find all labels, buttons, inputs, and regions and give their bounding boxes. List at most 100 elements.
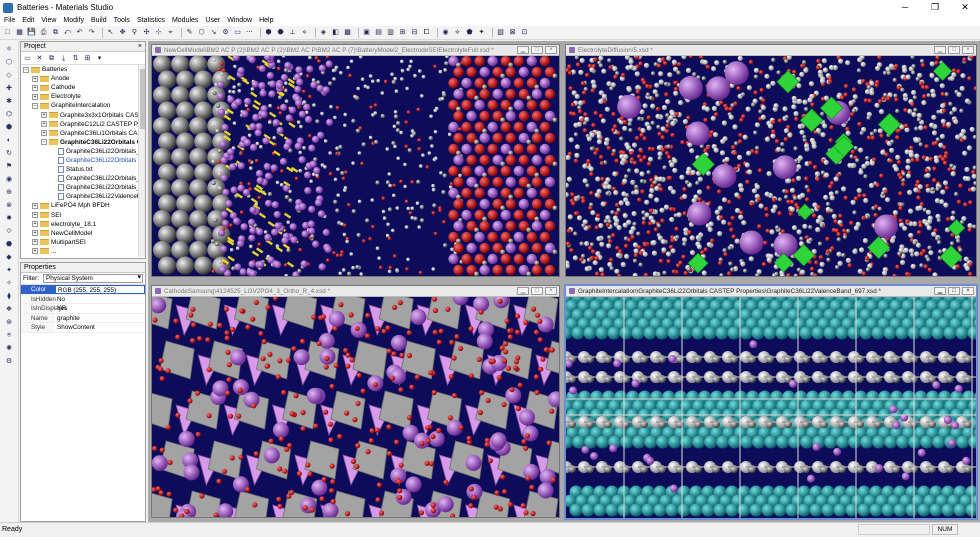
viewer-window-battery-model[interactable]: NewCellModel\BM2 AC P (2)\BM2 AC P (2)\B… [151,44,560,277]
3d-viewer-canvas[interactable] [566,297,976,518]
toolbar-icon[interactable]: ⋄ [300,28,309,37]
menu-tools[interactable]: Tools [114,17,130,24]
tool-icon[interactable]: ✸ [3,214,15,223]
toolbar-icon[interactable]: ⋯ [245,28,254,37]
toolbar-icon[interactable]: ⟡ [453,28,462,37]
property-value[interactable]: No [55,295,145,304]
expand-toggle-icon[interactable]: + [32,239,38,245]
property-row[interactable]: IsInDisplayRYes [21,304,145,314]
project-toolbar-icon[interactable]: ▭ [23,54,32,63]
toolbar-icon[interactable]: ◈ [319,28,328,37]
tool-icon[interactable]: ◐ [3,136,15,145]
tool-icon[interactable]: ⧫ [3,292,15,301]
tree-item[interactable]: −GraphiteIntercalation [21,101,145,110]
project-toolbar-icon[interactable]: ⇅ [71,54,80,63]
toolbar-icon[interactable]: ⌖ [166,28,175,37]
toolbar-icon[interactable]: ⚙ [221,28,230,37]
window-close-button[interactable]: × [962,46,974,54]
project-toolbar-icon[interactable]: ⊞ [83,54,92,63]
toolbar-icon[interactable]: ✦ [477,28,486,37]
tool-icon[interactable]: ✧ [3,279,15,288]
toolbar-icon[interactable]: ↘ [209,28,218,37]
tool-icon[interactable]: ◉ [3,175,15,184]
toolbar-icon[interactable]: ▩ [343,28,352,37]
menu-help[interactable]: Help [259,17,273,24]
expand-toggle-icon[interactable]: − [41,139,47,145]
window-close-button[interactable]: × [545,287,557,295]
electrolyte-structure[interactable] [566,56,976,276]
tool-icon[interactable]: ◆ [3,253,15,262]
toolbar-icon[interactable]: ⬣ [276,28,285,37]
project-toolbar-icon[interactable]: ▾ [95,54,104,63]
tree-item[interactable]: GraphiteC36Li22ValenceBan [21,192,145,201]
tool-icon[interactable]: ⚛ [3,45,15,54]
toolbar-icon[interactable]: ✥ [118,28,127,37]
expand-toggle-icon[interactable]: + [32,248,38,254]
toolbar-icon[interactable]: ▣ [362,28,371,37]
property-row[interactable]: ColorRGB (255, 255, 255) [21,285,145,295]
property-row[interactable]: IsHiddenNo [21,295,145,305]
toolbar-icon[interactable]: ↖ [106,28,115,37]
menu-modules[interactable]: Modules [172,17,198,24]
property-value[interactable]: Yes [55,304,145,313]
toolbar-icon[interactable]: ▧ [496,28,505,37]
menu-build[interactable]: Build [91,17,107,24]
toolbar-icon[interactable]: ✣ [142,28,151,37]
expand-toggle-icon[interactable]: + [41,121,47,127]
tool-icon[interactable]: ⬣ [3,240,15,249]
tool-icon[interactable]: ✦ [3,266,15,275]
toolbar-icon[interactable]: □ [3,28,12,37]
expand-toggle-icon[interactable]: + [32,230,38,236]
tool-icon[interactable]: ⚙ [3,357,15,366]
tree-item[interactable]: +LiFePO4 Mph BFDH [21,201,145,210]
tree-item[interactable]: GraphiteC36Li22Orbitals_Or [21,147,145,156]
viewer-window-cathode[interactable]: CathodeSamsung\4124525_Li3V2PO4_3_Ortho_… [151,285,560,518]
tool-icon[interactable]: ⊛ [3,318,15,327]
tree-item[interactable]: +GraphiteC36Li1Orbitals CASTEP [21,129,145,138]
tool-icon[interactable]: ◇ [3,71,15,80]
toolbar-icon[interactable]: ⊹ [154,28,163,37]
viewer-window-titlebar[interactable]: NewCellModel\BM2 AC P (2)\BM2 AC P (2)\B… [152,45,559,56]
toolbar-icon[interactable]: ⊞ [398,28,407,37]
menu-file[interactable]: File [4,17,15,24]
close-button[interactable]: ✕ [950,0,980,15]
tool-icon[interactable]: ↻ [3,149,15,158]
tool-icon[interactable]: ⊗ [3,201,15,210]
restore-button[interactable]: ❐ [920,0,950,15]
window-maximize-button[interactable]: □ [531,287,543,295]
viewer-window-electrolyte-diffusion[interactable]: ElectrolyteDiffusion\5.xsd * ▁□× [565,44,977,277]
tool-icon[interactable]: ⌬ [3,110,15,119]
toolbar-icon[interactable]: ▦ [15,28,24,37]
menu-view[interactable]: View [41,17,56,24]
project-panel-close-icon[interactable]: × [138,42,142,52]
window-minimize-button[interactable]: ▁ [934,46,946,54]
project-scrollbar[interactable] [138,65,145,257]
tool-icon[interactable]: ❖ [3,305,15,314]
tool-icon[interactable]: ⊕ [3,188,15,197]
toolbar-icon[interactable]: ▥ [386,28,395,37]
property-value[interactable]: graphite [55,314,145,323]
tree-item[interactable]: GraphiteC36Li22Orbitals_Or [21,183,145,192]
toolbar-icon[interactable]: ✎ [185,28,194,37]
toolbar-icon[interactable]: ⧠ [422,28,431,37]
expand-toggle-icon[interactable]: + [32,221,38,227]
tool-icon[interactable]: ⚑ [3,162,15,171]
window-close-button[interactable]: × [545,46,557,54]
expand-toggle-icon[interactable]: − [23,67,29,73]
tool-icon[interactable]: ✺ [3,344,15,353]
viewer-window-titlebar[interactable]: GraphiteIntercalation\GraphiteC36Li22Orb… [566,286,976,297]
tool-icon[interactable]: ⬡ [3,58,15,67]
toolbar-icon[interactable]: ⟂ [288,28,297,37]
menu-edit[interactable]: Edit [22,17,34,24]
viewer-window-graphite-intercalation[interactable]: GraphiteIntercalation\GraphiteC36Li22Orb… [564,284,978,520]
tool-icon[interactable]: ⍟ [3,331,15,340]
tool-icon[interactable]: ⬢ [3,123,15,132]
scrollbar-thumb[interactable] [140,69,145,129]
menu-statistics[interactable]: Statistics [137,17,165,24]
project-toolbar-icon[interactable]: ⤓ [59,54,68,63]
battery-model-structure[interactable] [152,56,559,276]
tool-icon[interactable]: ✚ [3,84,15,93]
expand-toggle-icon[interactable]: − [32,103,38,109]
tree-item[interactable]: +... [21,247,145,256]
property-value[interactable]: ShowContent [55,323,145,332]
